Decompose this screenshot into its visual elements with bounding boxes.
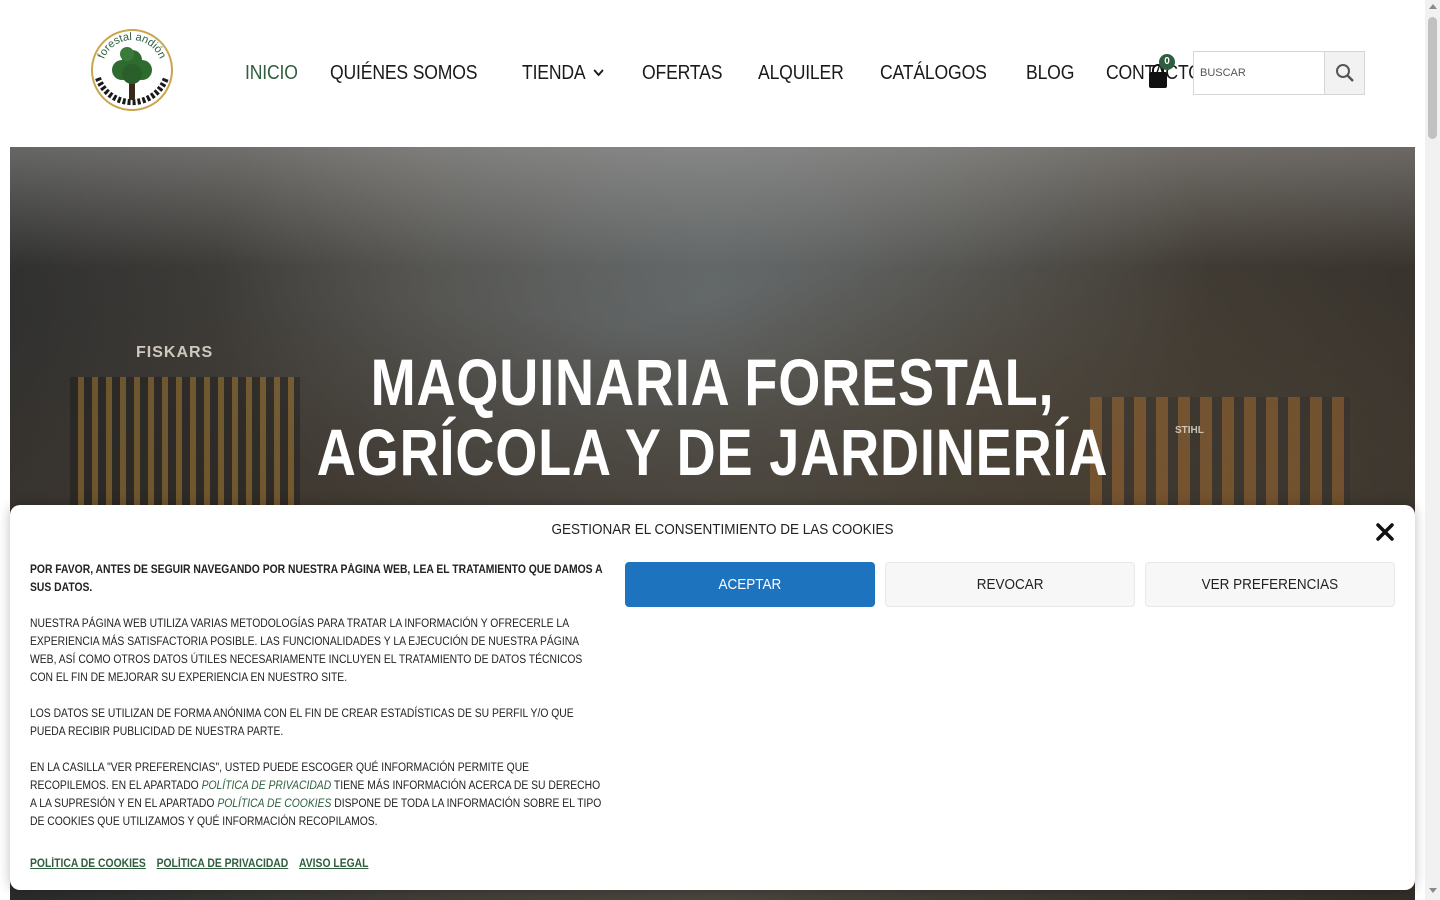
cart-count-badge: 0 <box>1159 54 1175 70</box>
nav-item-ofertas[interactable]: OFERTAS <box>642 62 722 85</box>
cookie-title: GESTIONAR EL CONSENTIMIENTO DE LAS COOKI… <box>551 521 894 538</box>
hero-title-line2: AGRÍCOLA Y DE JARDINERÍA <box>316 415 1109 489</box>
cookie-footer-links: POLÍTICA DE COOKIES POLÍTICA DE PRIVACID… <box>30 858 379 870</box>
nav-item-blog[interactable]: BLOG <box>1026 62 1074 85</box>
hero-title-line1: MAQUINARIA FORESTAL, <box>370 345 1055 419</box>
revoke-button[interactable]: REVOCAR <box>885 562 1135 607</box>
cookie-policy-link[interactable]: POLÍTICA DE COOKIES <box>30 858 146 870</box>
cart-button[interactable]: 0 <box>1145 54 1179 88</box>
close-button[interactable] <box>1374 521 1396 543</box>
search-button[interactable] <box>1324 52 1364 94</box>
view-preferences-button[interactable]: VER PREFERENCIAS <box>1145 562 1395 607</box>
nav-item-quienes-somos[interactable]: QUIÉNES SOMOS <box>330 62 478 85</box>
legal-notice-link[interactable]: AVISO LEGAL <box>299 858 368 870</box>
page-scrollbar[interactable] <box>1425 0 1440 900</box>
hero-ceiling <box>10 147 1415 267</box>
main-nav: INICIO QUIÉNES SOMOS TIENDA OFERTAS ALQU… <box>245 58 1240 88</box>
search-icon <box>1335 64 1354 82</box>
scroll-down-arrow-icon[interactable] <box>1429 888 1437 893</box>
nav-item-alquiler[interactable]: ALQUILER <box>758 62 844 85</box>
scrollbar-thumb[interactable] <box>1428 17 1437 139</box>
hero-title: MAQUINARIA FORESTAL, AGRÍCOLA Y DE JARDI… <box>136 347 1288 487</box>
cookie-policy-inline-link[interactable]: POLÍTICA DE COOKIES <box>217 798 331 810</box>
cookie-paragraph-4: EN LA CASILLA "VER PREFERENCIAS", USTED … <box>30 762 602 828</box>
cookie-description: POR FAVOR, ANTES DE SEGUIR NAVEGANDO POR… <box>30 561 606 849</box>
site-header: forestal andión INICIO QUIÉNES SOMOS TIE… <box>0 0 1425 147</box>
nav-item-inicio[interactable]: INICIO <box>245 62 298 85</box>
cookie-consent-banner: GESTIONAR EL CONSENTIMIENTO DE LAS COOKI… <box>10 505 1415 890</box>
close-icon <box>1376 523 1394 541</box>
privacy-policy-inline-link[interactable]: POLÍTICA DE PRIVACIDAD <box>202 780 332 792</box>
privacy-policy-link[interactable]: POLÍTICA DE PRIVACIDAD <box>157 858 289 870</box>
site-logo[interactable]: forestal andión <box>88 26 176 114</box>
cookie-paragraph-3: LOS DATOS SE UTILIZAN DE FORMA ANÓNIMA C… <box>30 708 574 738</box>
search-input[interactable] <box>1194 52 1324 94</box>
svg-text:forestal andión: forestal andión <box>96 31 169 61</box>
search-form <box>1193 51 1365 95</box>
nav-item-catalogos[interactable]: CATÁLOGOS <box>880 62 987 85</box>
accept-button[interactable]: ACEPTAR <box>625 562 875 607</box>
scroll-up-arrow-icon[interactable] <box>1429 4 1437 9</box>
cookie-paragraph-2: NUESTRA PÁGINA WEB UTILIZA VARIAS METODO… <box>30 618 583 684</box>
cookie-paragraph-1: POR FAVOR, ANTES DE SEGUIR NAVEGANDO POR… <box>30 564 603 594</box>
logo-text: forestal andión <box>96 31 169 61</box>
nav-item-tienda[interactable]: TIENDA <box>522 62 605 85</box>
chevron-down-icon <box>594 69 605 77</box>
